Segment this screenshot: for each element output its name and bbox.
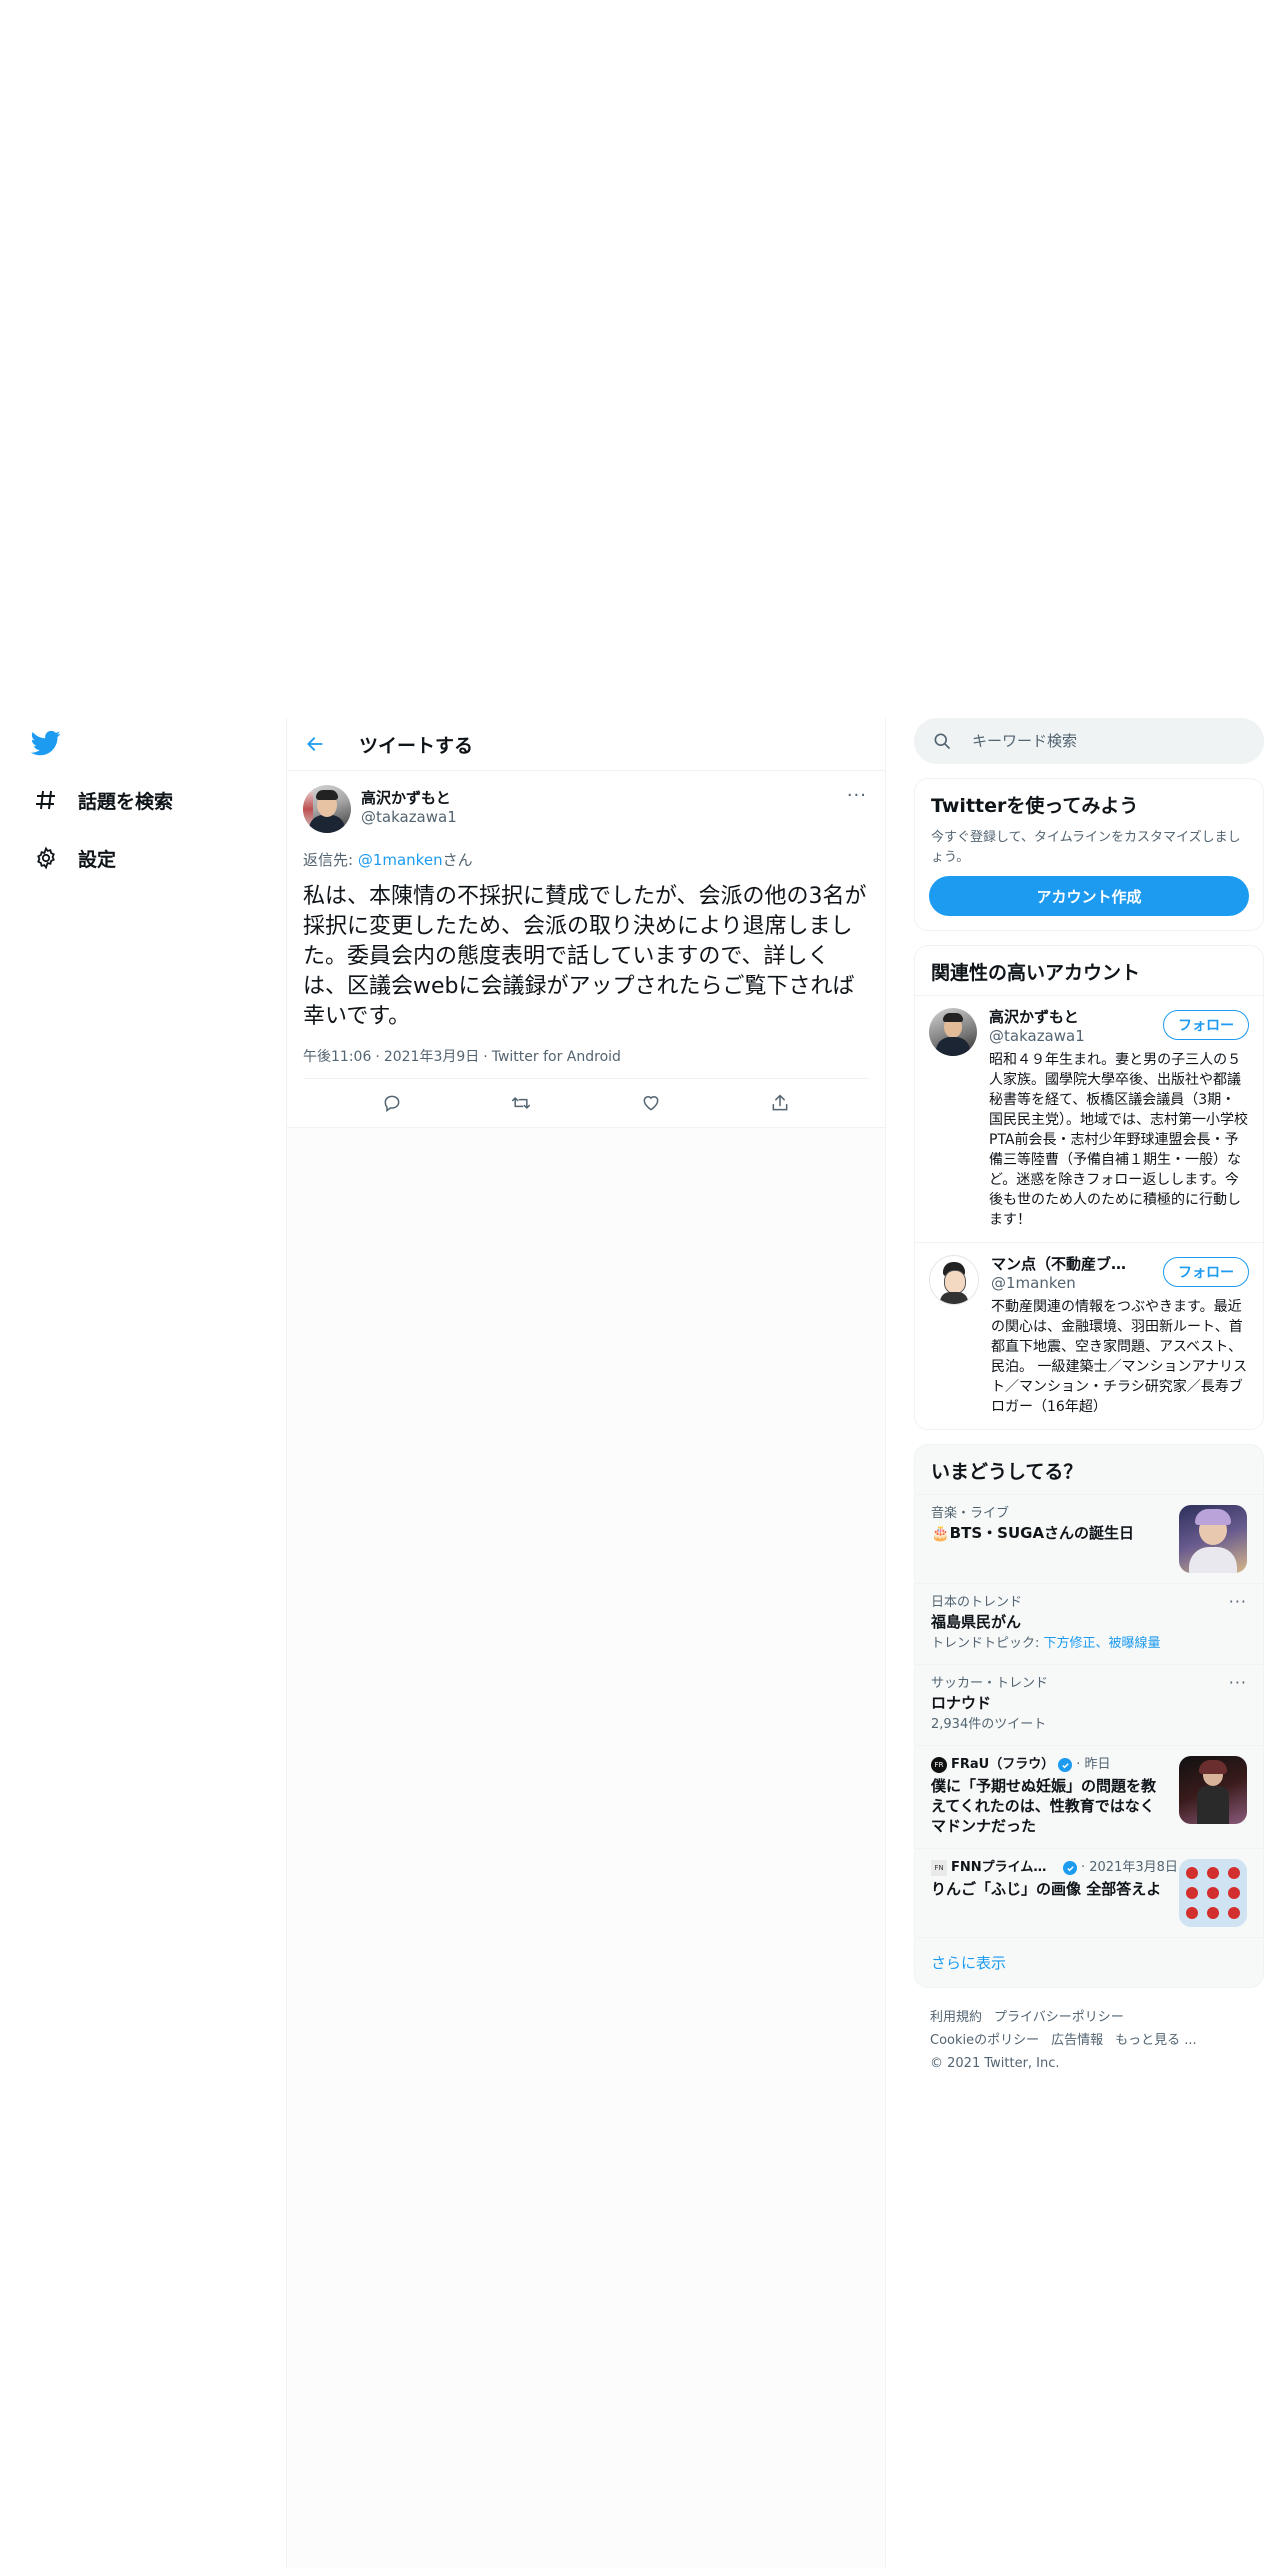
header: ツイートする (287, 718, 885, 771)
avatar[interactable] (929, 1255, 979, 1305)
trend-thumbnail[interactable] (1179, 1505, 1247, 1573)
more-link[interactable]: もっと見る ... (1115, 2033, 1197, 2048)
reply-to: 返信先: @1mankenさん (303, 849, 869, 870)
account-item[interactable]: マン点（不動産ブロガー） @1manken 不動産関連の情報をつぶやきます。最近… (915, 1242, 1263, 1429)
trend-context: サッカー・トレンド (931, 1676, 1049, 1691)
news-thumbnail[interactable] (1179, 1859, 1247, 1927)
author-name[interactable]: 高沢かずもと (361, 789, 457, 808)
related-accounts-card: 関連性の高いアカウント 高沢かずもと @takazawa1 昭和４９年生まれ。妻… (914, 945, 1264, 1430)
search-icon (932, 731, 952, 751)
signup-title: Twitterを使ってみよう (931, 795, 1139, 817)
signup-description: 今すぐ登録して、タイムラインをカスタマイズしましょう。 (931, 830, 1241, 865)
tweet-detail: ツイートする 高沢かずもと @takazawa1 ··· 返信先: @1mank… (287, 718, 885, 1128)
avatar[interactable] (929, 1008, 977, 1056)
trend-tweet-count: 2,934件のツイート (931, 1717, 1047, 1732)
more-options-icon[interactable]: ··· (1229, 1673, 1247, 1692)
account-name[interactable]: 高沢かずもと (989, 1008, 1139, 1027)
page-title: ツイートする (359, 735, 474, 757)
main-column: ツイートする 高沢かずもと @takazawa1 ··· 返信先: @1mank… (286, 718, 886, 2568)
trends-title: いまどうしてる？ (931, 1461, 1083, 1483)
trend-item[interactable]: 日本のトレンド 福島県民がん トレンドトピック: 下方修正、被曝線量 ··· (915, 1583, 1263, 1664)
news-source: FRaU（フラウ） (951, 1757, 1055, 1772)
twitter-logo-icon[interactable] (30, 728, 62, 758)
cookie-link[interactable]: Cookieのポリシー (930, 2033, 1039, 2048)
nav-settings-label: 設定 (78, 848, 117, 871)
trend-item[interactable]: サッカー・トレンド ロナウド 2,934件のツイート ··· (915, 1664, 1263, 1745)
verified-badge-icon (1063, 1861, 1077, 1875)
more-options-icon[interactable]: ··· (847, 785, 867, 806)
nav-explore-label: 話題を検索 (78, 790, 174, 813)
news-time: · 2021年3月8日 (1081, 1860, 1178, 1875)
separator: · (483, 1049, 488, 1065)
tweet-meta: 午後11:06 · 2021年3月9日 · Twitter for Android (303, 1046, 869, 1079)
nav-settings[interactable]: 設定 (32, 838, 116, 878)
tweet: 高沢かずもと @takazawa1 ··· 返信先: @1mankenさん 私は… (287, 771, 885, 1079)
trend-title: ロナウド (931, 1694, 992, 1712)
show-more-link[interactable]: さらに表示 (915, 1937, 1263, 1987)
separator: · (375, 1049, 380, 1065)
reply-mention-link[interactable]: @1manken (358, 851, 443, 869)
account-item[interactable]: 高沢かずもと @takazawa1 昭和４９年生まれ。妻と男の子三人の５人家族。… (915, 995, 1263, 1242)
right-sidebar: Twitterを使ってみよう 今すぐ登録して、タイムラインをカスタマイズしましょ… (914, 718, 1264, 2075)
back-arrow-icon[interactable] (301, 730, 329, 758)
follow-button[interactable]: フォロー (1163, 1010, 1249, 1040)
news-item[interactable]: FR FRaU（フラウ） · 昨日 僕に「予期せぬ妊娠」の問題を教えてくれたのは… (915, 1745, 1263, 1848)
reply-icon[interactable] (375, 1086, 409, 1120)
search-input[interactable] (970, 731, 1224, 751)
signup-card: Twitterを使ってみよう 今すぐ登録して、タイムラインをカスタマイズしましょ… (914, 778, 1264, 931)
tweet-source[interactable]: Twitter for Android (492, 1049, 621, 1065)
frau-logo-icon: FR (931, 1757, 947, 1773)
tweet-date[interactable]: 2021年3月9日 (384, 1049, 479, 1065)
hashtag-icon (32, 786, 60, 814)
tweet-author[interactable]: 高沢かずもと @takazawa1 (303, 785, 869, 835)
copyright: © 2021 Twitter, Inc. (930, 2056, 1060, 2071)
create-account-button[interactable]: アカウント作成 (929, 876, 1249, 916)
like-icon[interactable] (634, 1086, 668, 1120)
search-box[interactable] (914, 718, 1264, 764)
news-title: 僕に「予期せぬ妊娠」の問題を教えてくれたのは、性教育ではなくマドンナだった (931, 1777, 1157, 1835)
trend-topics-prefix: トレンドトピック: (931, 1636, 1044, 1651)
tweet-actions (287, 1079, 885, 1128)
reply-suffix: さん (442, 851, 473, 869)
news-item[interactable]: FN FNNプライムオンライン · 2021年3月8日 りんご「ふじ」の画像 全… (915, 1848, 1263, 1937)
trend-item[interactable]: 音楽・ライブ 🎂BTS・SUGAさんの誕生日 (915, 1494, 1263, 1583)
avatar[interactable] (303, 785, 351, 833)
retweet-icon[interactable] (504, 1086, 538, 1120)
tweet-text: 私は、本陳情の不採択に賛成でしたが、会派の他の3名が採択に変更したため、会派の取… (303, 884, 867, 1029)
account-bio: 昭和４９年生まれ。妻と男の子三人の５人家族。國學院大學卒後、出版社や都議秘書等を… (989, 1052, 1248, 1228)
ads-info-link[interactable]: 広告情報 (1051, 2033, 1103, 2048)
news-time: · 昨日 (1076, 1757, 1111, 1772)
more-options-icon[interactable]: ··· (1229, 1592, 1247, 1611)
trend-title: 福島県民がん (931, 1613, 1022, 1631)
trend-topics: トレンドトピック: 下方修正、被曝線量 (931, 1634, 1247, 1654)
gear-icon (32, 844, 60, 872)
trends-card: いまどうしてる？ 音楽・ライブ 🎂BTS・SUGAさんの誕生日 日本のトレンド … (914, 1444, 1264, 1988)
fnn-logo-icon: FN (931, 1860, 947, 1876)
news-title: りんご「ふじ」の画像 全部答えよ (931, 1880, 1162, 1898)
privacy-link[interactable]: プライバシーポリシー (994, 2010, 1124, 2025)
news-thumbnail[interactable] (1179, 1756, 1247, 1824)
reply-prefix: 返信先: (303, 851, 358, 869)
author-handle[interactable]: @takazawa1 (361, 808, 457, 827)
footer: 利用規約 プライバシーポリシー Cookieのポリシー 広告情報 もっと見る ... … (914, 2006, 1264, 2075)
account-name[interactable]: マン点（不動産ブロガー） (991, 1255, 1141, 1274)
nav-explore[interactable]: 話題を検索 (32, 780, 173, 820)
verified-badge-icon (1058, 1758, 1073, 1772)
related-accounts-title: 関連性の高いアカウント (931, 962, 1141, 984)
news-source: FNNプライムオンライン (951, 1860, 1059, 1875)
share-icon[interactable] (763, 1086, 797, 1120)
terms-link[interactable]: 利用規約 (930, 2010, 982, 2025)
follow-button[interactable]: フォロー (1163, 1257, 1249, 1287)
account-bio: 不動産関連の情報をつぶやきます。最近の関心は、金融環境、羽田新ルート、首都直下地… (991, 1299, 1248, 1415)
tweet-time[interactable]: 午後11:06 (303, 1049, 371, 1065)
trend-topic-links[interactable]: 下方修正、被曝線量 (1044, 1636, 1161, 1651)
trend-context: 日本のトレンド (931, 1595, 1023, 1610)
